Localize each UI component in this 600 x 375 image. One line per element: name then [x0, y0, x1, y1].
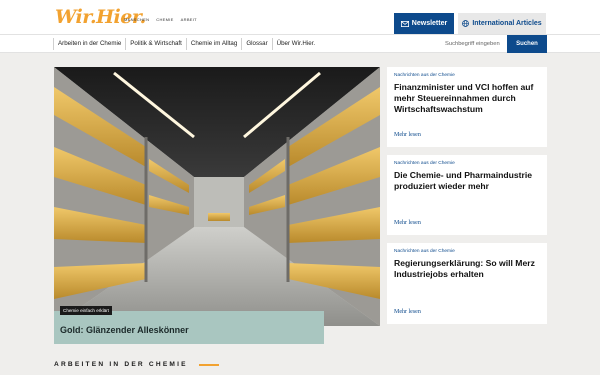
- main-navigation-bar: Arbeiten in der Chemie Politik & Wirtsch…: [0, 34, 600, 53]
- nav-item-glossar[interactable]: Glossar: [241, 38, 271, 50]
- international-label: International Articles: [472, 20, 542, 27]
- news-card[interactable]: Nachrichten aus der Chemie Finanzministe…: [387, 67, 547, 147]
- tagline-word: CHEMIE: [156, 17, 174, 22]
- search-input[interactable]: [445, 38, 507, 50]
- read-more-link[interactable]: Mehr lesen: [394, 309, 421, 315]
- logo-tagline: MENSCHEN CHEMIE ARBEIT: [124, 17, 197, 22]
- news-card[interactable]: Nachrichten aus der Chemie Die Chemie- u…: [387, 155, 547, 235]
- hero-title[interactable]: Gold: Glänzender Alleskönner: [60, 325, 189, 335]
- card-kicker: Nachrichten aus der Chemie: [394, 73, 455, 78]
- mail-icon: [400, 20, 409, 27]
- read-more-link[interactable]: Mehr lesen: [394, 132, 421, 138]
- newsletter-label: Newsletter: [411, 20, 448, 27]
- international-articles-button[interactable]: International Articles: [458, 13, 546, 34]
- tagline-word: MENSCHEN: [124, 17, 150, 22]
- card-title[interactable]: Finanzminister und VCI hoffen auf mehr S…: [394, 82, 540, 115]
- top-bar: Wir.Hier. MENSCHEN CHEMIE ARBEIT Newslet…: [0, 0, 600, 34]
- section-heading: ARBEITEN IN DER CHEMIE: [54, 361, 188, 368]
- nav-item-chemie-alltag[interactable]: Chemie im Alltag: [185, 38, 241, 50]
- tagline-word: ARBEIT: [180, 17, 197, 22]
- card-kicker: Nachrichten aus der Chemie: [394, 249, 455, 254]
- card-title[interactable]: Regierungserklärung: So will Merz Indust…: [394, 258, 540, 280]
- hero-image[interactable]: [54, 67, 380, 326]
- card-kicker: Nachrichten aus der Chemie: [394, 161, 455, 166]
- main-nav: Arbeiten in der Chemie Politik & Wirtsch…: [53, 35, 319, 53]
- nav-item-politik[interactable]: Politik & Wirtschaft: [125, 38, 186, 50]
- search-button[interactable]: Suchen: [507, 35, 547, 53]
- hero-category-badge: Chemie einfach erklärt: [60, 306, 112, 315]
- globe-icon: [462, 20, 470, 27]
- nav-item-ueber[interactable]: Über Wir.Hier.: [271, 38, 320, 50]
- news-card[interactable]: Nachrichten aus der Chemie Regierungserk…: [387, 243, 547, 324]
- nav-item-arbeiten[interactable]: Arbeiten in der Chemie: [53, 38, 125, 50]
- section-accent-line: [199, 364, 219, 366]
- newsletter-button[interactable]: Newsletter: [394, 13, 454, 34]
- card-title[interactable]: Die Chemie- und Pharmaindustrie produzie…: [394, 170, 540, 192]
- read-more-link[interactable]: Mehr lesen: [394, 220, 421, 226]
